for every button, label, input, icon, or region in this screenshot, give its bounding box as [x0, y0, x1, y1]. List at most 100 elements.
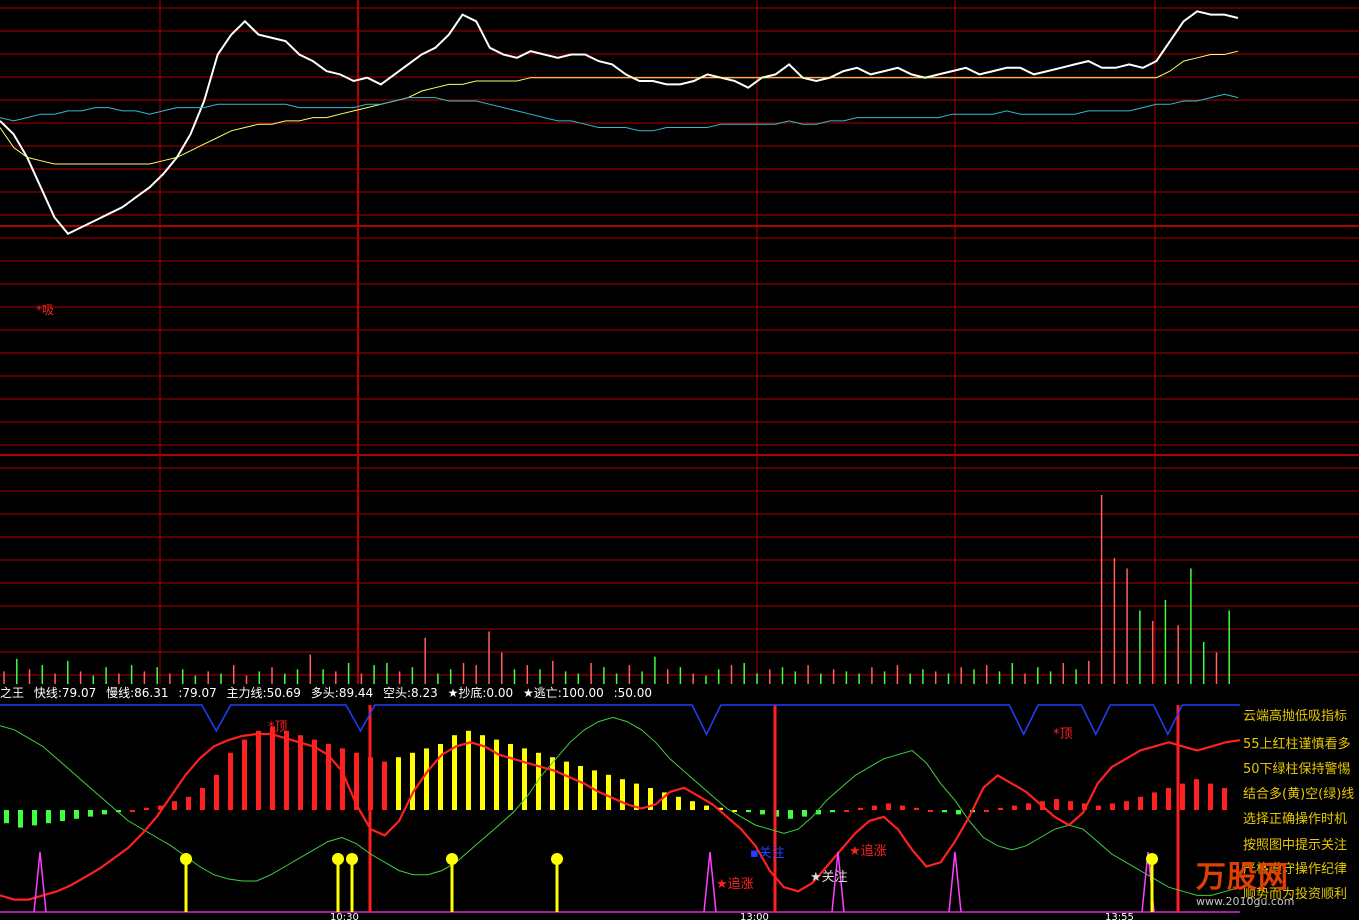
- hdr-item: 多头:89.44: [310, 686, 374, 700]
- histogram-bar: [942, 810, 947, 813]
- histogram-bar: [228, 752, 233, 810]
- histogram-bar: [1012, 805, 1017, 810]
- histogram-bar: [802, 810, 807, 817]
- histogram-bar: [886, 803, 891, 810]
- histogram-bar: [382, 761, 387, 810]
- time-tick: 10:30: [330, 912, 359, 920]
- logo-url: www.2010gu.com: [1196, 895, 1295, 908]
- histogram-bar: [1124, 801, 1129, 810]
- lollipop-head: [332, 853, 344, 865]
- histogram-bar: [830, 810, 835, 813]
- histogram-bar: [536, 752, 541, 810]
- lollipop-head: [180, 853, 192, 865]
- histogram-bar: [620, 779, 625, 810]
- hdr-item: ★逃亡:100.00: [522, 686, 604, 700]
- side-note: 55上红柱谨慎看多: [1243, 737, 1351, 752]
- hdr-item: 空头:8.23: [383, 686, 438, 700]
- histogram-bar: [312, 739, 317, 810]
- histogram-bar: [256, 730, 261, 810]
- indicator-header: 之王 快线:79.07 慢线:86.31 :79.07 主力线:50.69 多头…: [0, 684, 1240, 702]
- histogram-bar: [1096, 805, 1101, 810]
- histogram-bar: [4, 810, 9, 824]
- histogram-bar: [998, 807, 1003, 810]
- time-tick: 13:55: [1105, 912, 1134, 920]
- chase-label: ★追涨: [849, 843, 887, 859]
- histogram-bar: [956, 810, 961, 815]
- histogram-bar: [60, 810, 65, 821]
- histogram-bar: [1110, 803, 1115, 810]
- histogram-bar: [172, 801, 177, 810]
- side-note: 云端高抛低吸指标: [1243, 709, 1348, 724]
- histogram-bar: [1152, 792, 1157, 810]
- histogram-bar: [1222, 788, 1227, 810]
- histogram-bar: [214, 774, 219, 810]
- histogram-bar: [844, 810, 849, 812]
- lollipop-head: [346, 853, 358, 865]
- histogram-bar: [32, 810, 37, 826]
- hdr-item: :79.07: [178, 686, 217, 700]
- histogram-bar: [984, 810, 989, 812]
- histogram-bar: [130, 810, 135, 812]
- histogram-bar: [270, 726, 275, 810]
- histogram-bar: [46, 810, 51, 824]
- indicator-name: 之王: [0, 686, 25, 700]
- histogram-bar: [242, 739, 247, 810]
- histogram-bar: [186, 796, 191, 810]
- histogram-bar: [928, 810, 933, 812]
- histogram-bar: [508, 744, 513, 810]
- hdr-item: 快线:79.07: [33, 686, 97, 700]
- histogram-bar: [578, 766, 583, 810]
- histogram-bar: [872, 805, 877, 810]
- histogram-bar: [900, 805, 905, 810]
- histogram-bar: [1138, 796, 1143, 810]
- histogram-bar: [144, 807, 149, 810]
- histogram-bar: [200, 788, 205, 810]
- lollipop-head: [446, 853, 458, 865]
- lollipop-head: [1146, 853, 1158, 865]
- histogram-bar: [1166, 788, 1171, 810]
- histogram-bar: [564, 761, 569, 810]
- top-label: *顶: [268, 720, 288, 735]
- side-note: 50下绿柱保持警惕: [1243, 762, 1351, 777]
- side-note: 结合多(黄)空(绿)线: [1243, 787, 1355, 802]
- histogram-bar: [494, 739, 499, 810]
- histogram-bar: [1180, 783, 1185, 810]
- histogram-bar: [1068, 801, 1073, 810]
- hdr-item: ★抄底:0.00: [447, 686, 514, 700]
- histogram-bar: [1054, 799, 1059, 810]
- buy-label: *吸: [36, 303, 54, 317]
- histogram-bar: [18, 810, 23, 828]
- histogram-bar: [424, 748, 429, 810]
- hdr-item: 主力线:50.69: [226, 686, 301, 700]
- hdr-item: :50.00: [613, 686, 652, 700]
- chase-label: ★追涨: [716, 876, 754, 892]
- hdr-item: 慢线:86.31: [106, 686, 169, 700]
- histogram-bar: [858, 807, 863, 810]
- focus-label: ★关注: [810, 870, 848, 885]
- histogram-bar: [760, 810, 765, 815]
- histogram-bar: [298, 735, 303, 810]
- logo-name: 万股网: [1196, 860, 1289, 895]
- histogram-bar: [1026, 803, 1031, 810]
- histogram-bar: [284, 730, 289, 810]
- histogram-bar: [690, 801, 695, 810]
- histogram-bar: [396, 757, 401, 810]
- focus-label: ▪关注: [750, 846, 785, 861]
- histogram-bar: [410, 752, 415, 810]
- top-label: *顶: [1053, 727, 1073, 742]
- histogram-bar: [788, 810, 793, 819]
- histogram-bar: [102, 810, 107, 815]
- histogram-bar: [746, 810, 751, 813]
- lollipop-head: [551, 853, 563, 865]
- histogram-bar: [1208, 783, 1213, 810]
- histogram-bar: [74, 810, 79, 819]
- histogram-bar: [606, 774, 611, 810]
- side-note: 选择正确操作时机: [1243, 812, 1348, 827]
- time-tick: 13:00: [740, 912, 769, 920]
- indicator-bg: [0, 703, 1359, 920]
- histogram-bar: [88, 810, 93, 817]
- chart-canvas: *吸*顶 *顶▪关注★关注★追涨★追涨10:30 13:00 13:55: [0, 0, 1359, 920]
- histogram-bar: [676, 796, 681, 810]
- histogram-bar: [1194, 779, 1199, 810]
- histogram-bar: [340, 748, 345, 810]
